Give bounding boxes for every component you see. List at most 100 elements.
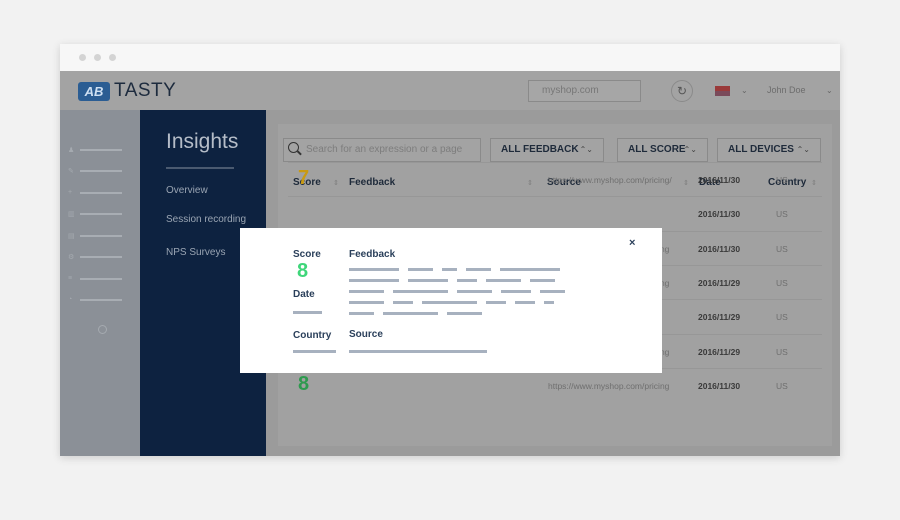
site-selector[interactable]: myshop.com — [528, 80, 641, 102]
table-row[interactable]: 7 https://www.myshop.com/pricing/ 2016/1… — [288, 162, 822, 196]
list-icon: ≡ — [68, 275, 73, 282]
source-placeholder — [349, 350, 487, 353]
country-value: US — [776, 277, 788, 288]
window-dot[interactable] — [94, 54, 101, 61]
date-value: 2016/11/29 — [698, 346, 741, 357]
sidebar-item[interactable]: ≡ — [68, 275, 122, 282]
country-value: US — [776, 312, 788, 323]
source-link[interactable]: https://www.myshop.com/pricing — [548, 381, 669, 391]
collapse-icon[interactable] — [98, 325, 107, 334]
text-placeholder-bar — [544, 301, 554, 304]
logo[interactable]: AB TASTY — [78, 80, 176, 102]
text-placeholder-bar — [442, 268, 457, 271]
date-value: 2016/11/30 — [698, 243, 741, 254]
text-placeholder-bar — [349, 268, 399, 271]
window-dot[interactable] — [79, 54, 86, 61]
refresh-icon[interactable]: ↻ — [671, 80, 693, 102]
text-placeholder-bar — [515, 301, 535, 304]
date-label: Date — [293, 289, 315, 300]
score-filter[interactable]: ALL SCORE ⌃⌄ — [617, 138, 708, 162]
title-bar — [60, 44, 840, 71]
text-placeholder-bar — [422, 301, 477, 304]
score-value: 7 — [298, 167, 310, 189]
search-input[interactable]: Search for an expression or a page — [283, 138, 481, 162]
feedback-filter[interactable]: ALL FEEDBACK ⌃⌄ — [490, 138, 604, 162]
country-placeholder — [293, 350, 336, 353]
nav-title: Insights — [166, 130, 239, 153]
country-label: Country — [293, 330, 332, 341]
country-value: US — [776, 380, 788, 391]
edit-icon: ✎ — [68, 168, 74, 175]
sidebar-item[interactable]: ✎ — [68, 167, 122, 175]
text-placeholder-bar — [393, 301, 413, 304]
country-value: US — [776, 243, 788, 254]
source-link[interactable]: https://www.myshop.com/pricing/ — [548, 175, 672, 185]
text-placeholder-bar — [408, 279, 448, 282]
date-value: 2016/11/30 — [698, 209, 741, 220]
logo-text: TASTY — [114, 80, 177, 101]
text-placeholder-bar — [383, 312, 438, 315]
table-row[interactable]: 2016/11/30 US — [288, 196, 822, 230]
date-placeholder — [293, 311, 322, 314]
text-placeholder-bar — [393, 290, 448, 293]
user-menu[interactable]: John Doe — [767, 85, 806, 95]
text-placeholder-bar — [530, 279, 555, 282]
text-placeholder-bar — [501, 290, 531, 293]
text-placeholder-bar — [500, 268, 560, 271]
text-placeholder-bar — [540, 290, 565, 293]
country-value: US — [776, 209, 788, 220]
score-value: 8 — [298, 372, 310, 395]
chevron-down-icon[interactable]: ⌄ — [826, 86, 833, 95]
sort-icon: ⌃⌄ — [579, 145, 593, 154]
window-dot[interactable] — [109, 54, 116, 61]
text-placeholder-bar — [349, 312, 374, 315]
sort-icon: ⌃⌄ — [796, 145, 810, 154]
search-icon — [288, 142, 299, 153]
score-value: 8 — [297, 260, 309, 282]
nav-item-session-recording[interactable]: Session recording — [166, 214, 246, 225]
rss-icon: ◔ — [68, 296, 73, 303]
country-value: US — [776, 346, 788, 357]
text-placeholder-bar — [349, 301, 384, 304]
sidebar-item[interactable]: ◔ — [68, 296, 122, 303]
nav-item-nps-surveys[interactable]: NPS Surveys — [166, 247, 225, 258]
sort-icon: ⌃⌄ — [683, 145, 697, 154]
icon-sidebar: ♟ ✎ + ▥ ▤ ⚙ ≡ ◔ — [60, 110, 140, 456]
country-value: US — [776, 175, 788, 185]
date-value: 2016/11/30 — [698, 380, 741, 391]
flag-icon[interactable] — [715, 86, 730, 96]
feedback-label: Feedback — [349, 249, 396, 260]
app-header: AB TASTY myshop.com ↻ ⌄ John Doe ⌄ — [60, 71, 840, 110]
score-label: Score — [293, 249, 321, 260]
text-placeholder-bar — [349, 279, 399, 282]
text-placeholder-bar — [457, 290, 492, 293]
text-placeholder-bar — [466, 268, 491, 271]
feedback-detail-modal: × Score 8 Date Country Feedback Source — [240, 228, 662, 373]
settings-icon: ⚙ — [68, 254, 75, 261]
devices-filter[interactable]: ALL DEVICES ⌃⌄ — [717, 138, 821, 162]
date-value: 2016/11/29 — [698, 277, 741, 288]
chart-icon: ▥ — [68, 211, 75, 218]
close-icon[interactable]: × — [629, 237, 635, 249]
text-placeholder-bar — [486, 279, 521, 282]
calendar-icon: ▤ — [68, 233, 75, 240]
divider — [166, 167, 234, 169]
source-label: Source — [349, 329, 383, 340]
sidebar-item[interactable]: ♟ — [68, 146, 122, 154]
text-placeholder-bar — [457, 279, 477, 282]
sidebar-item[interactable]: + — [68, 189, 122, 196]
sidebar-item[interactable]: ⚙ — [68, 253, 122, 261]
plus-icon: + — [68, 189, 73, 196]
text-placeholder-bar — [408, 268, 433, 271]
date-value: 2016/11/30 — [698, 175, 741, 185]
text-placeholder-bar — [447, 312, 482, 315]
nav-item-overview[interactable]: Overview — [166, 185, 208, 196]
text-placeholder-bar — [486, 301, 506, 304]
chevron-down-icon[interactable]: ⌄ — [741, 86, 748, 95]
user-icon: ♟ — [68, 147, 75, 154]
logo-mark: AB — [78, 81, 110, 101]
text-placeholder-bar — [349, 290, 384, 293]
sidebar-item[interactable]: ▤ — [68, 232, 122, 240]
date-value: 2016/11/29 — [698, 312, 741, 323]
sidebar-item[interactable]: ▥ — [68, 210, 122, 218]
